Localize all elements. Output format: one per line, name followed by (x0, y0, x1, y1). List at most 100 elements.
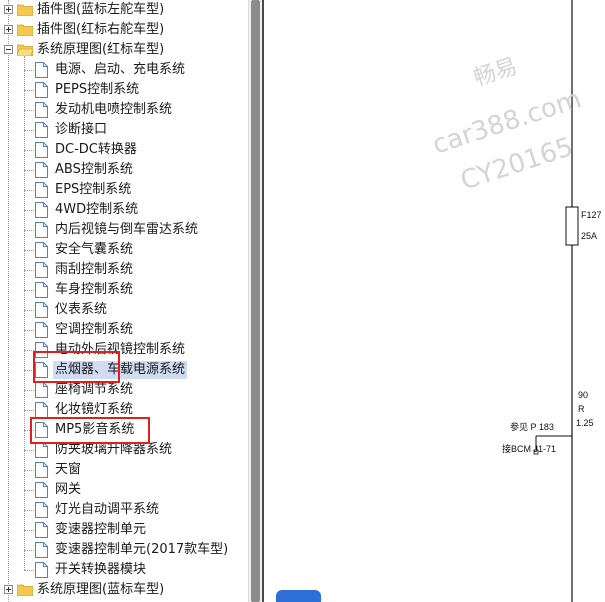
tree-branch-line (24, 190, 34, 191)
tree-item-label: 变速器控制单元 (55, 522, 147, 537)
tree-item[interactable]: 网关 (0, 480, 248, 500)
tree-branch-line (24, 390, 34, 391)
tree-branch-line (24, 110, 34, 111)
page-nav-button[interactable] (276, 590, 321, 602)
tree-branch-line (24, 550, 34, 551)
scrollbar-thumb[interactable] (251, 0, 260, 602)
tree-branch-line (24, 210, 34, 211)
highlight-box-mp5 (30, 417, 150, 444)
tree-branch-line (24, 70, 34, 71)
tree-item-label: 车身控制系统 (55, 282, 134, 297)
open-folder-icon (17, 44, 33, 56)
tree-item-label: 仪表系统 (55, 302, 108, 317)
tree-item-label: 电源、启动、充电系统 (55, 62, 186, 77)
tree-item-label: 网关 (55, 482, 82, 497)
tree-item[interactable]: 车身控制系统 (0, 280, 248, 300)
tree-item-label: 诊断接口 (55, 122, 108, 137)
tree-item-label: 座椅调节系统 (55, 382, 134, 397)
collapse-minus-icon[interactable] (4, 45, 13, 54)
tree-branch-line (24, 270, 34, 271)
tree-panel: 插件图(蓝标左舵车型) 插件图(红标右舵车型) 系统原理图(红标车型) 电源、启… (0, 0, 248, 602)
tree-item[interactable]: 4WD控制系统 (0, 200, 248, 220)
fuse-rating: 25A (581, 231, 598, 241)
document-icon (35, 222, 48, 238)
tree-item[interactable]: 座椅调节系统 (0, 380, 248, 400)
document-icon (35, 262, 48, 278)
tree-item[interactable]: 安全气囊系统 (0, 240, 248, 260)
expand-plus-icon[interactable] (4, 585, 13, 594)
folder-row-red-schematics[interactable]: 系统原理图(红标车型) (0, 40, 248, 60)
document-icon (35, 482, 48, 498)
document-icon (35, 382, 48, 398)
tree-item[interactable]: 雨刮控制系统 (0, 260, 248, 280)
tree-branch-line (24, 510, 34, 511)
tree-item[interactable]: 电源、启动、充电系统 (0, 60, 248, 80)
fuse-id: F127 (581, 210, 602, 220)
folder-row-lhd-connectors[interactable]: 插件图(蓝标左舵车型) (0, 0, 248, 20)
tree-branch-line (24, 90, 34, 91)
tree-item[interactable]: 发动机电喷控制系统 (0, 100, 248, 120)
tree-item[interactable]: 变速器控制单元 (0, 520, 248, 540)
folder-row-rhd-connectors[interactable]: 插件图(红标右舵车型) (0, 20, 248, 40)
tree-item-label: 灯光自动调平系统 (55, 502, 160, 517)
tree-item-label: 内后视镜与倒车雷达系统 (55, 222, 199, 237)
tree-branch-line (24, 450, 34, 451)
tree-item-label: 雨刮控制系统 (55, 262, 134, 277)
connector-label: 接BCM J1-71 (502, 444, 557, 454)
tree-item-label: 空调控制系统 (55, 322, 134, 337)
tree-item[interactable]: 开关转换器模块 (0, 560, 248, 580)
folder-label: 系统原理图(红标车型) (37, 42, 165, 57)
document-icon (35, 142, 48, 158)
tree-item-label: 天窗 (55, 462, 82, 477)
reference-page: 参见 P 183 (510, 422, 554, 432)
tree-branch-line (24, 330, 34, 331)
document-icon (35, 62, 48, 78)
document-icon (35, 102, 48, 118)
expand-plus-icon[interactable] (4, 25, 13, 34)
tree-branch-line (24, 250, 34, 251)
expand-plus-icon[interactable] (4, 5, 13, 14)
tree-item[interactable]: 仪表系统 (0, 300, 248, 320)
tree-item[interactable]: 空调控制系统 (0, 320, 248, 340)
tree-item-label: 发动机电喷控制系统 (55, 102, 173, 117)
tree-branch-line (24, 410, 34, 411)
tree-branch-line (24, 150, 34, 151)
diagram-viewer: 畅易 car388.com CY20165 F127 25A 90 R 1.25… (262, 0, 605, 602)
document-icon (35, 402, 48, 418)
document-icon (35, 82, 48, 98)
tree-item-label: ABS控制系统 (55, 162, 133, 177)
tree-item[interactable]: PEPS控制系统 (0, 80, 248, 100)
tree-item[interactable]: 内后视镜与倒车雷达系统 (0, 220, 248, 240)
tree-item-label: 变速器控制单元(2017款车型) (55, 542, 229, 557)
tree-item-label: 4WD控制系统 (55, 202, 139, 217)
tree-item[interactable]: 天窗 (0, 460, 248, 480)
document-icon (35, 122, 48, 138)
tree-item-label: 安全气囊系统 (55, 242, 134, 257)
document-icon (35, 442, 48, 458)
document-icon (35, 502, 48, 518)
tree-branch-line (24, 290, 34, 291)
tree-scrollbar[interactable] (248, 0, 262, 602)
tree-item-label: 开关转换器模块 (55, 562, 147, 577)
tree-branch-line (24, 530, 34, 531)
document-icon (35, 282, 48, 298)
tree-item[interactable]: ABS控制系统 (0, 160, 248, 180)
document-icon (35, 302, 48, 318)
tree-item-label: PEPS控制系统 (55, 82, 140, 97)
tree-item[interactable]: EPS控制系统 (0, 180, 248, 200)
document-icon (35, 182, 48, 198)
document-icon (35, 322, 48, 338)
document-icon (35, 522, 48, 538)
tree-item[interactable]: 灯光自动调平系统 (0, 500, 248, 520)
tree-item[interactable]: DC-DC转换器 (0, 140, 248, 160)
folder-row-blue-schematics[interactable]: 系统原理图(蓝标车型) (0, 580, 248, 600)
highlight-box-cigarette (33, 351, 120, 383)
document-icon (35, 542, 48, 558)
folder-icon (17, 4, 33, 16)
tree-branch-line (24, 490, 34, 491)
tree-item[interactable]: 变速器控制单元(2017款车型) (0, 540, 248, 560)
tree-item[interactable]: 诊断接口 (0, 120, 248, 140)
tree-branch-line (24, 130, 34, 131)
wire-gauge: 1.25 (576, 418, 594, 428)
tree-branch-line (24, 170, 34, 171)
